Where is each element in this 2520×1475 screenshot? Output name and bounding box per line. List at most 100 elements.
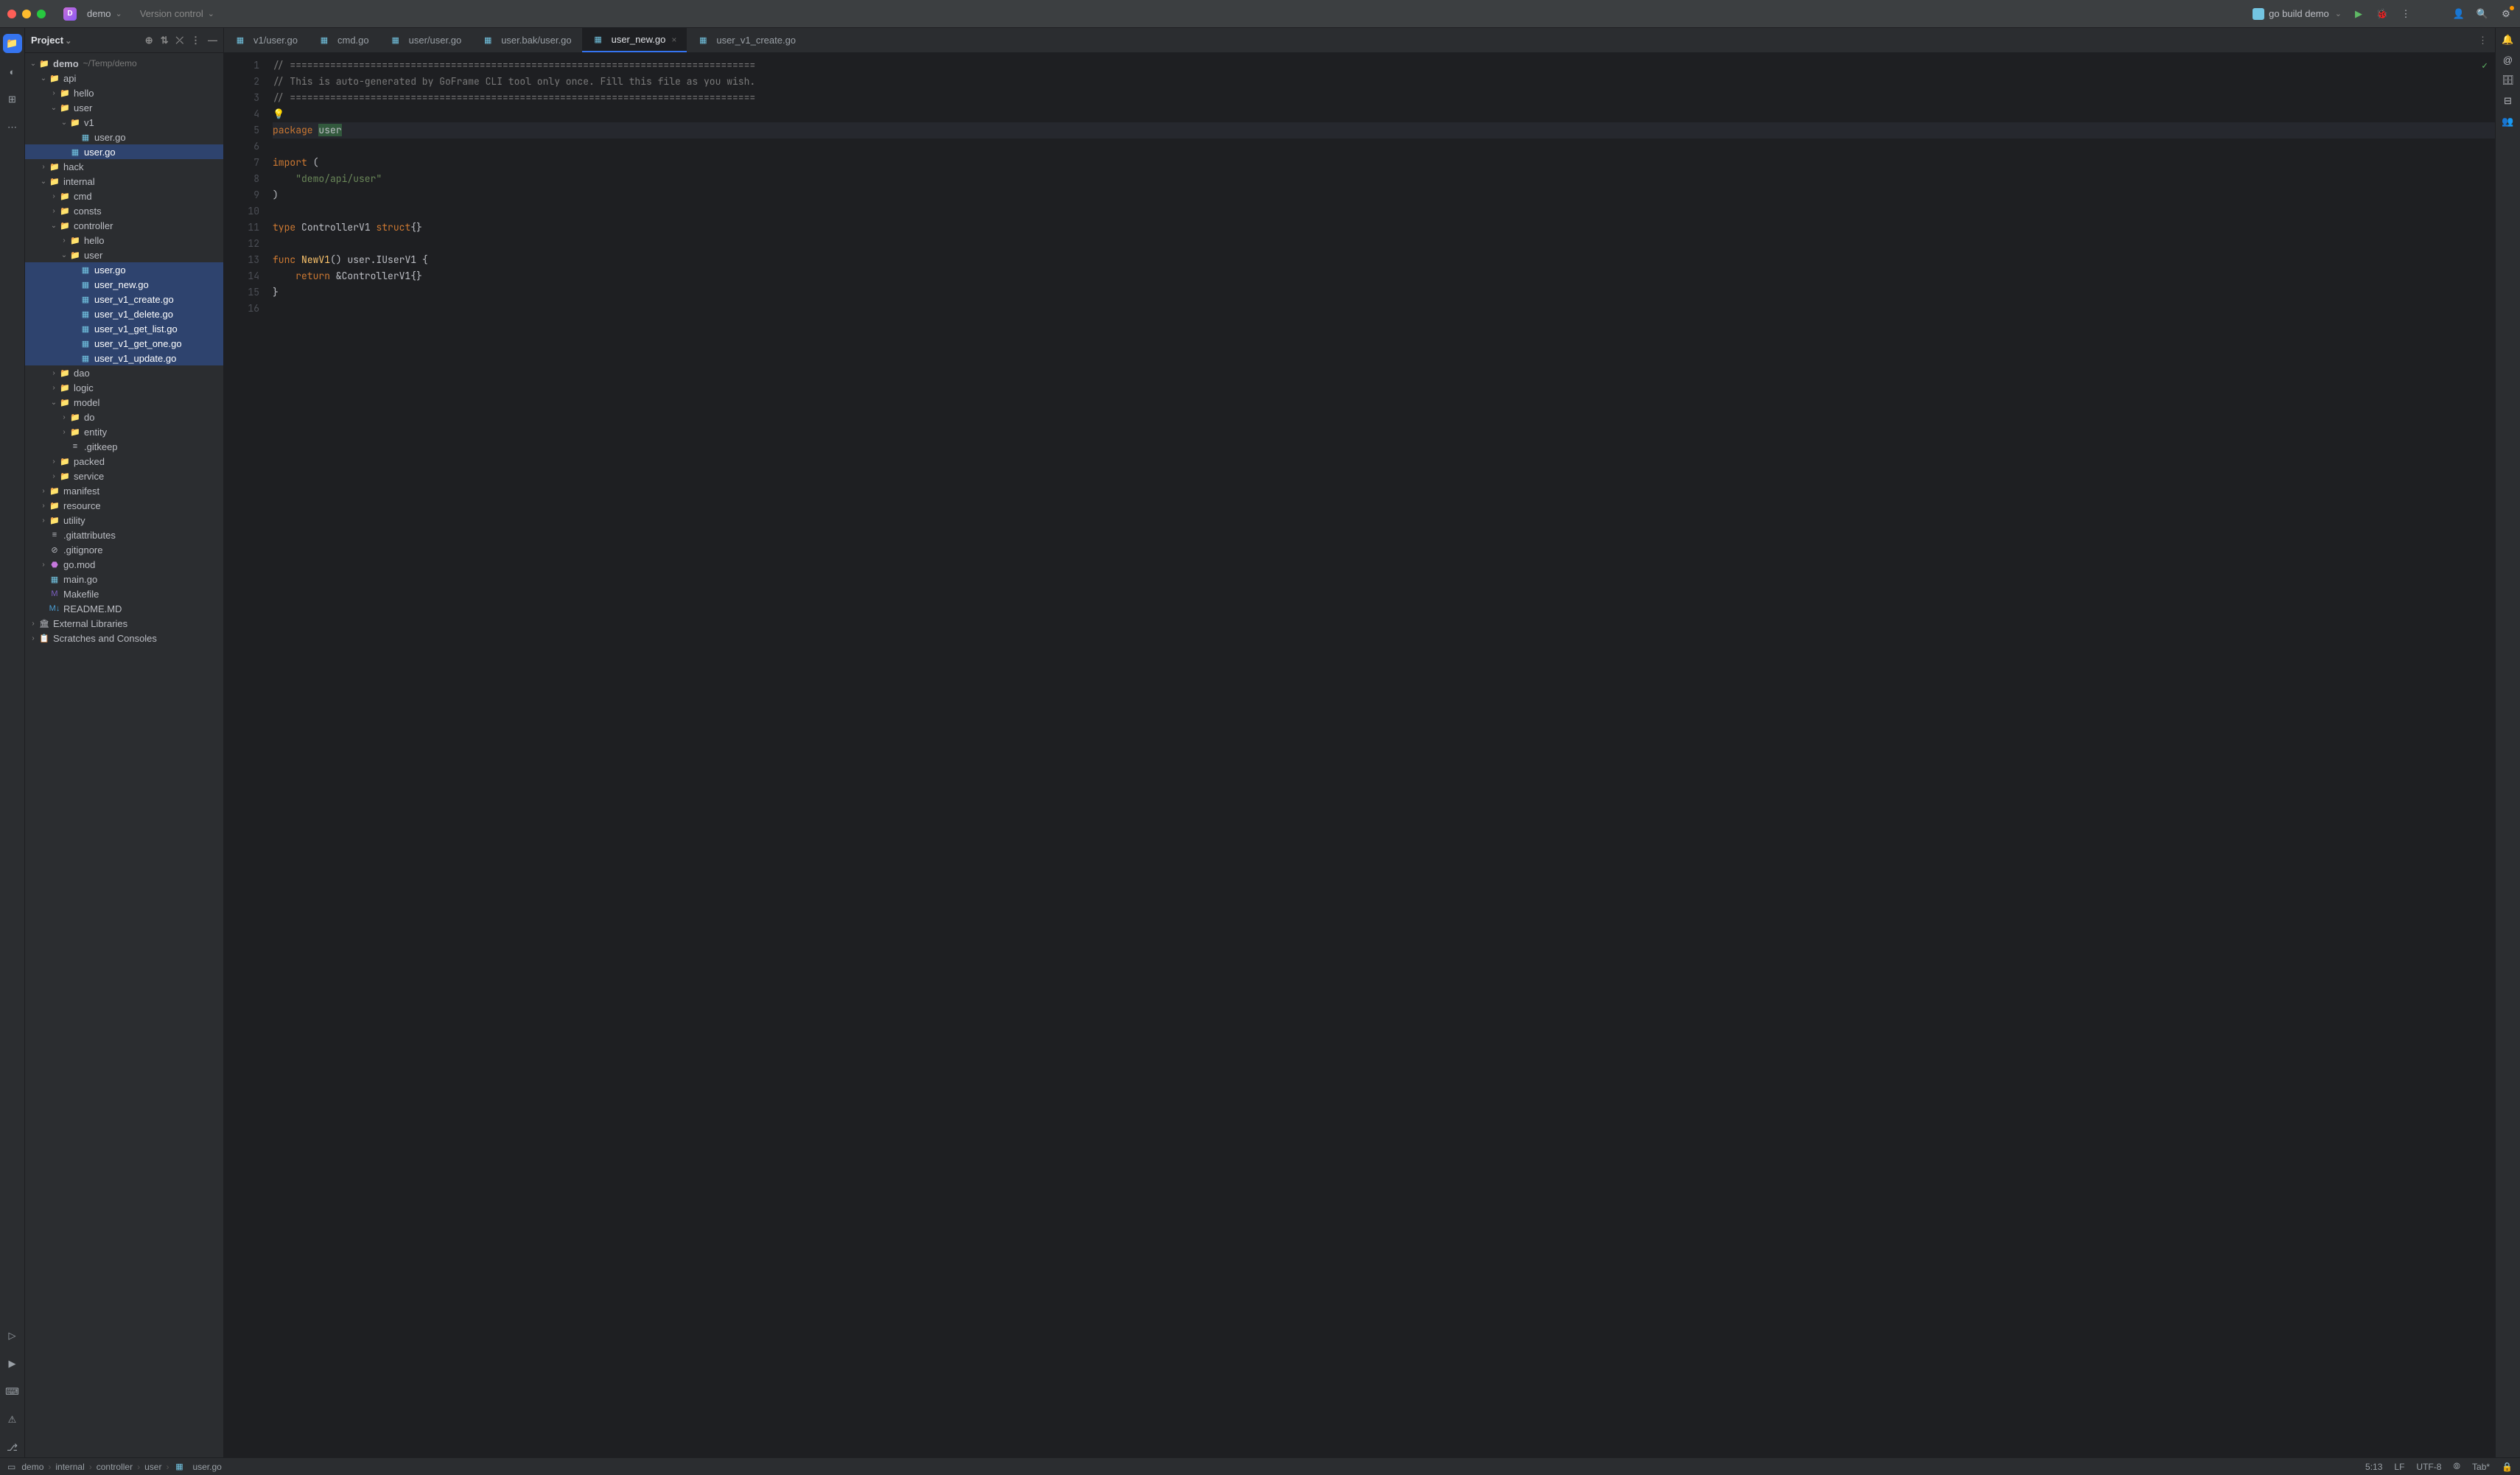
copilot-icon[interactable]: ⊟ <box>2504 95 2512 107</box>
structure-tool-button[interactable]: ⊞ <box>3 90 22 109</box>
tab-cmd[interactable]: ▦cmd.go <box>308 28 379 52</box>
tree-external-libraries[interactable]: ›🏛External Libraries <box>25 616 223 631</box>
more-tool-button[interactable]: ⋯ <box>3 118 22 137</box>
minimize-window-button[interactable] <box>22 10 31 18</box>
tree-folder-hack[interactable]: ›📁hack <box>25 159 223 174</box>
tree-file-main[interactable]: ▦main.go <box>25 572 223 586</box>
editor-area: ▦v1/user.go ▦cmd.go ▦user/user.go ▦user.… <box>224 28 2495 1457</box>
project-tree[interactable]: ⌄📁 demo ~/Temp/demo ⌄📁api ›📁hello ⌄📁user… <box>25 53 223 1457</box>
tab-user-user[interactable]: ▦user/user.go <box>379 28 472 52</box>
tree-file-v1-user-go[interactable]: ▦user.go <box>25 130 223 144</box>
breadcrumb-item[interactable]: user <box>144 1462 161 1472</box>
tree-file-gitkeep[interactable]: ≡.gitkeep <box>25 439 223 454</box>
tree-folder-service[interactable]: ›📁service <box>25 469 223 483</box>
tree-folder-internal[interactable]: ⌄📁internal <box>25 174 223 189</box>
tree-file-api-user-go[interactable]: ▦user.go <box>25 144 223 159</box>
commit-tool-button[interactable]: ◐ <box>3 62 22 81</box>
tree-folder-resource[interactable]: ›📁resource <box>25 498 223 513</box>
maximize-window-button[interactable] <box>37 10 46 18</box>
hide-panel-icon[interactable]: — <box>208 35 217 46</box>
run-tool-button[interactable]: ▶ <box>3 1354 22 1373</box>
tree-folder-manifest[interactable]: ›📁manifest <box>25 483 223 498</box>
breadcrumbs[interactable]: demo› internal› controller› user› ▦ user… <box>21 1462 221 1472</box>
tree-folder-logic[interactable]: ›📁logic <box>25 380 223 395</box>
line-separator[interactable]: LF <box>2394 1462 2404 1472</box>
expand-all-icon[interactable]: ⇅ <box>161 35 169 46</box>
tree-file-makefile[interactable]: MMakefile <box>25 586 223 601</box>
services-tool-button[interactable]: ▷ <box>3 1326 22 1345</box>
tree-folder-api[interactable]: ⌄📁api <box>25 71 223 85</box>
problems-tool-button[interactable]: ⚠ <box>3 1410 22 1429</box>
tree-file-ctrl-user-go[interactable]: ▦user.go <box>25 262 223 277</box>
collapse-all-icon[interactable]: ⤫ <box>176 35 183 46</box>
code-with-me-icon[interactable]: 👤 <box>2452 7 2465 21</box>
tree-root[interactable]: ⌄📁 demo ~/Temp/demo <box>25 56 223 71</box>
tree-folder-controller[interactable]: ⌄📁controller <box>25 218 223 233</box>
git-tool-button[interactable]: ⎇ <box>3 1438 22 1457</box>
tree-folder-hello[interactable]: ›📁hello <box>25 85 223 100</box>
settings-icon[interactable]: ⚙ <box>2499 7 2513 21</box>
tree-file-user-v1-delete[interactable]: ▦user_v1_delete.go <box>25 306 223 321</box>
tree-folder-v1[interactable]: ⌄📁v1 <box>25 115 223 130</box>
tree-file-user-v1-update[interactable]: ▦user_v1_update.go <box>25 351 223 365</box>
tree-file-gomod[interactable]: ›⬣go.mod <box>25 557 223 572</box>
tree-folder-do[interactable]: ›📁do <box>25 410 223 424</box>
tree-file-user-new[interactable]: ▦user_new.go <box>25 277 223 292</box>
project-tool-button[interactable]: 📁 <box>3 34 22 53</box>
tree-file-gitignore[interactable]: ⊘.gitignore <box>25 542 223 557</box>
collab-icon[interactable]: 👥 <box>2502 116 2513 127</box>
run-config-selector[interactable]: go build demo <box>2253 8 2342 20</box>
search-everywhere-icon[interactable]: 🔍 <box>2476 7 2489 21</box>
database-icon[interactable]: 🗄 <box>2502 74 2514 86</box>
terminal-tool-button[interactable]: ⌨ <box>3 1382 22 1401</box>
tree-file-readme[interactable]: M↓README.MD <box>25 601 223 616</box>
status-menu-icon[interactable]: ▭ <box>7 1462 15 1472</box>
breadcrumb-item[interactable]: controller <box>97 1462 133 1472</box>
close-tab-icon[interactable]: × <box>671 35 676 45</box>
tree-file-user-v1-get-one[interactable]: ▦user_v1_get_one.go <box>25 336 223 351</box>
close-window-button[interactable] <box>7 10 16 18</box>
vcs-menu[interactable]: Version control <box>140 8 214 19</box>
tab-user-new[interactable]: ▦user_new.go× <box>582 28 687 52</box>
ai-assistant-icon[interactable]: @ <box>2503 55 2513 66</box>
code-editor[interactable]: ✓ // ===================================… <box>265 53 2495 1457</box>
panel-options-icon[interactable]: ⋮ <box>191 35 200 46</box>
readonly-toggle-icon[interactable]: ⦾ <box>2453 1461 2460 1472</box>
tree-file-user-v1-get-list[interactable]: ▦user_v1_get_list.go <box>25 321 223 336</box>
run-button[interactable]: ▶ <box>2352 7 2365 21</box>
tree-scratches[interactable]: ›📋Scratches and Consoles <box>25 631 223 645</box>
tab-user-v1-create[interactable]: ▦user_v1_create.go <box>687 28 806 52</box>
intention-bulb-icon[interactable]: 💡 <box>273 108 284 120</box>
indent-setting[interactable]: Tab* <box>2472 1462 2490 1472</box>
more-actions-button[interactable]: ⋮ <box>2399 7 2412 21</box>
select-opened-file-icon[interactable]: ⊕ <box>145 35 153 46</box>
tree-file-gitattributes[interactable]: ≡.gitattributes <box>25 528 223 542</box>
tree-file-user-v1-create[interactable]: ▦user_v1_create.go <box>25 292 223 306</box>
project-menu[interactable]: demo <box>87 8 122 19</box>
project-view-selector[interactable]: Project <box>31 35 71 46</box>
debug-button[interactable]: 🐞 <box>2376 7 2389 21</box>
breadcrumb-item[interactable]: internal <box>55 1462 84 1472</box>
tree-folder-utility[interactable]: ›📁utility <box>25 513 223 528</box>
tree-folder-consts[interactable]: ›📁consts <box>25 203 223 218</box>
tree-folder-cmd[interactable]: ›📁cmd <box>25 189 223 203</box>
breadcrumb-item[interactable]: user.go <box>192 1462 221 1472</box>
caret-position[interactable]: 5:13 <box>2365 1462 2382 1472</box>
gutter: 12345678910111213141516 <box>224 53 265 1457</box>
left-tool-rail: 📁 ◐ ⊞ ⋯ ▷ ▶ ⌨ ⚠ ⎇ <box>0 28 25 1457</box>
breadcrumb-item[interactable]: demo <box>21 1462 43 1472</box>
tree-folder-entity[interactable]: ›📁entity <box>25 424 223 439</box>
tree-folder-packed[interactable]: ›📁packed <box>25 454 223 469</box>
tree-folder-ctrl-user[interactable]: ⌄📁user <box>25 248 223 262</box>
tabs-more-icon[interactable]: ⋮ <box>2471 28 2495 52</box>
file-encoding[interactable]: UTF-8 <box>2416 1462 2441 1472</box>
tab-v1-user[interactable]: ▦v1/user.go <box>224 28 308 52</box>
tree-folder-ctrl-hello[interactable]: ›📁hello <box>25 233 223 248</box>
tree-folder-dao[interactable]: ›📁dao <box>25 365 223 380</box>
notifications-icon[interactable]: 🔔 <box>2502 34 2513 46</box>
inspection-ok-icon[interactable]: ✓ <box>2482 57 2488 74</box>
tab-user-bak[interactable]: ▦user.bak/user.go <box>472 28 581 52</box>
status-lock-icon[interactable]: 🔒 <box>2502 1462 2513 1472</box>
tree-folder-user[interactable]: ⌄📁user <box>25 100 223 115</box>
tree-folder-model[interactable]: ⌄📁model <box>25 395 223 410</box>
